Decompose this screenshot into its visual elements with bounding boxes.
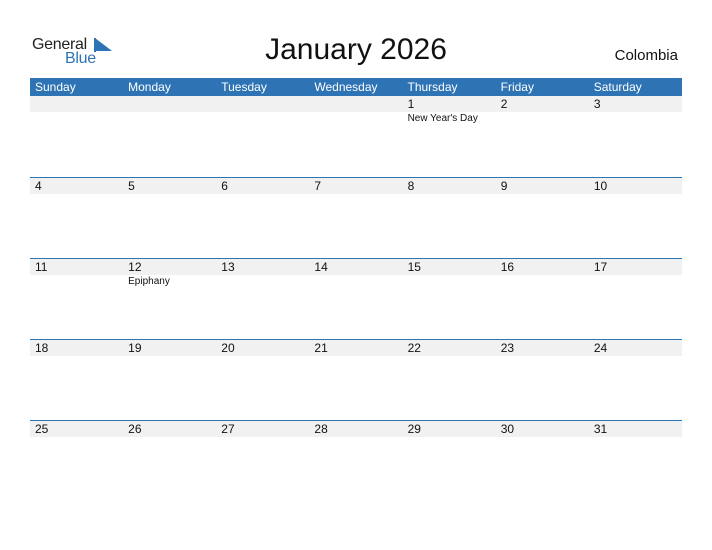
- day-number: 20: [221, 341, 235, 355]
- day-cell: 24: [589, 340, 682, 421]
- day-cell: 4: [30, 178, 123, 259]
- day-number: 24: [593, 341, 608, 355]
- day-cell: 19: [123, 340, 216, 421]
- day-number: 8: [407, 179, 415, 193]
- day-cell: 26: [123, 421, 216, 502]
- day-cell: 2: [496, 96, 589, 177]
- day-cell: 22: [403, 340, 496, 421]
- day-number: 3: [593, 97, 601, 111]
- day-number: 1: [407, 97, 415, 111]
- day-cell: 16: [496, 259, 589, 340]
- country-label: Colombia: [614, 47, 678, 64]
- day-number: 17: [593, 260, 608, 274]
- day-cell: 28: [309, 421, 402, 502]
- weekday-friday: Friday: [500, 80, 534, 94]
- day-number: 31: [593, 422, 608, 436]
- week-row: 1 New Year's Day 2 3: [30, 96, 682, 177]
- day-cell: 27: [216, 421, 309, 502]
- day-cell: 23: [496, 340, 589, 421]
- day-cell: [216, 96, 309, 177]
- day-cell: 7: [309, 178, 402, 259]
- week-row: 4 5 6 7 8 9 10: [30, 177, 682, 259]
- day-number: 25: [35, 422, 49, 436]
- weekday-saturday: Saturday: [593, 80, 642, 94]
- day-cell: 8: [403, 178, 496, 259]
- day-number: 14: [314, 260, 328, 274]
- day-number: 30: [500, 422, 515, 436]
- day-number: 28: [314, 422, 328, 436]
- day-number: 16: [500, 260, 515, 274]
- week-row: 25 26 27 28 29 30 31: [30, 420, 682, 502]
- week-row: 18 19 20 21 22 23 24: [30, 339, 682, 421]
- week-row: 11 12 Epiphany 13 14 15 16 17: [30, 258, 682, 340]
- day-cell: 21: [309, 340, 402, 421]
- day-number: 15: [407, 260, 421, 274]
- holiday-label: Epiphany: [128, 276, 170, 287]
- day-number: 7: [314, 179, 322, 193]
- day-cell: [309, 96, 402, 177]
- day-number: 12: [128, 260, 142, 274]
- day-cell: 12 Epiphany: [123, 259, 216, 340]
- day-cell: 29: [403, 421, 496, 502]
- day-cell: 20: [216, 340, 309, 421]
- holiday-label: New Year's Day: [407, 113, 478, 124]
- day-cell: 17: [589, 259, 682, 340]
- day-cell: 30: [496, 421, 589, 502]
- day-number: 9: [500, 179, 508, 193]
- day-cell: 6: [216, 178, 309, 259]
- day-number: 19: [128, 341, 142, 355]
- day-number: 10: [593, 179, 608, 193]
- day-number: 4: [35, 179, 42, 193]
- weekday-sunday: Sunday: [35, 80, 76, 94]
- day-number: 2: [500, 97, 508, 111]
- weekday-header: Sunday Monday Tuesday Wednesday Thursday…: [30, 78, 682, 96]
- day-number: 26: [128, 422, 142, 436]
- weekday-tuesday: Tuesday: [221, 80, 267, 94]
- weekday-thursday: Thursday: [407, 80, 458, 94]
- day-number: 27: [221, 422, 235, 436]
- day-number: 22: [407, 341, 421, 355]
- day-cell: [123, 96, 216, 177]
- calendar-title: January 2026: [265, 33, 447, 66]
- day-number: 18: [35, 341, 49, 355]
- day-cell: 9: [496, 178, 589, 259]
- weekday-wednesday: Wednesday: [314, 80, 378, 94]
- day-cell: 3: [589, 96, 682, 177]
- day-cell: 18: [30, 340, 123, 421]
- day-cell: 10: [589, 178, 682, 259]
- weekday-monday: Monday: [128, 80, 171, 94]
- day-cell: 25: [30, 421, 123, 502]
- day-cell: 31: [589, 421, 682, 502]
- day-number: 5: [128, 179, 135, 193]
- day-cell: 13: [216, 259, 309, 340]
- day-number: 13: [221, 260, 235, 274]
- day-number: 29: [407, 422, 421, 436]
- day-number: 11: [35, 260, 48, 274]
- day-cell: 15: [403, 259, 496, 340]
- day-cell: 14: [309, 259, 402, 340]
- day-number: 6: [221, 179, 228, 193]
- day-number: 23: [500, 341, 515, 355]
- day-cell: 5: [123, 178, 216, 259]
- day-cell: 1 New Year's Day: [403, 96, 496, 177]
- day-cell: 11: [30, 259, 123, 340]
- day-cell: [30, 96, 123, 177]
- day-number: 21: [314, 341, 328, 355]
